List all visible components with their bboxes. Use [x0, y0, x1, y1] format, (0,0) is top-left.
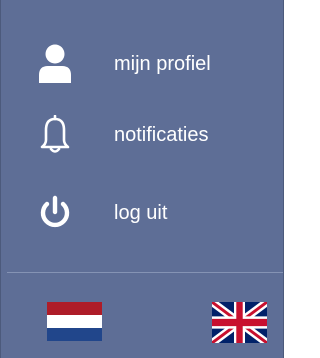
menu-item-logout[interactable]: log uit — [1, 185, 283, 241]
user-icon — [31, 40, 79, 88]
flag-uk-icon — [209, 298, 270, 347]
divider — [7, 272, 283, 273]
bell-icon — [31, 111, 79, 159]
menu-item-profile-label: mijn profiel — [114, 53, 211, 75]
menu-item-notifications-label: notificaties — [114, 124, 209, 146]
user-menu-panel: mijn profiel notificaties log uit — [0, 0, 284, 358]
power-icon — [31, 189, 79, 237]
menu-item-notifications[interactable]: notificaties — [1, 107, 283, 163]
language-en-button[interactable] — [209, 298, 270, 347]
menu-item-logout-label: log uit — [114, 202, 168, 224]
language-nl-button[interactable] — [47, 302, 102, 341]
menu-item-profile[interactable]: mijn profiel — [1, 36, 283, 92]
flag-nl-icon — [47, 302, 102, 341]
